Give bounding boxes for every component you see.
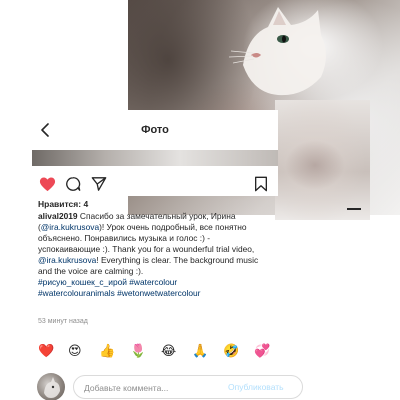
caption-username[interactable]: alival2019	[38, 211, 78, 221]
publish-button[interactable]: Опубликовать	[228, 382, 284, 392]
bookmark-edge-icon	[347, 208, 361, 216]
emoji-reaction[interactable]: 👍	[99, 343, 115, 361]
post-caption: alival2019 Спасибо за замечательный урок…	[38, 211, 270, 299]
comment-input[interactable]	[84, 381, 204, 395]
cat-avatar-icon	[44, 377, 60, 398]
comment-button[interactable]	[64, 175, 82, 193]
comment-box: Опубликовать	[73, 375, 303, 399]
emoji-reaction[interactable]: 😍	[68, 343, 82, 361]
caption-hashtags[interactable]: #watercolouranimals #wetonwetwatercolour	[38, 288, 270, 299]
comment-bar: Опубликовать	[37, 372, 303, 400]
save-button[interactable]	[252, 175, 270, 193]
nav-bar: Фото	[32, 110, 278, 150]
post-image[interactable]	[32, 150, 278, 166]
share-button[interactable]	[90, 175, 108, 193]
emoji-reaction[interactable]: 🌷	[130, 343, 146, 361]
quick-reactions: ❤️ 😍 👍 🌷 😂 🙏 🤣 💞	[38, 343, 278, 363]
post-timestamp: 53 минут назад	[38, 318, 88, 325]
paper-plane-icon	[91, 177, 107, 191]
emoji-reaction[interactable]: ❤️	[38, 343, 54, 361]
caption-mention[interactable]: @ira.kukrusova	[38, 255, 96, 265]
emoji-reaction[interactable]: 💞	[254, 343, 270, 361]
bookmark-icon	[255, 176, 267, 192]
cat-illustration	[228, 7, 326, 96]
comment-bubble-icon	[66, 177, 81, 191]
page-title: Фото	[141, 124, 169, 136]
avatar	[37, 373, 65, 400]
emoji-reaction[interactable]: 😂	[161, 343, 176, 361]
likes-count[interactable]: Нравится: 4	[38, 199, 88, 209]
emoji-reaction[interactable]: 🤣	[223, 343, 239, 361]
chevron-left-icon[interactable]	[38, 122, 52, 138]
like-button[interactable]	[38, 175, 56, 193]
caption-mention[interactable]: @ira.kukrusova	[41, 222, 99, 232]
painting-detail	[275, 100, 370, 220]
emoji-reaction[interactable]: 🙏	[192, 343, 208, 361]
heart-icon	[39, 177, 55, 191]
post-actions	[38, 175, 270, 197]
caption-hashtags[interactable]: #рисую_кошек_с_ирой #watercolour	[38, 277, 270, 288]
